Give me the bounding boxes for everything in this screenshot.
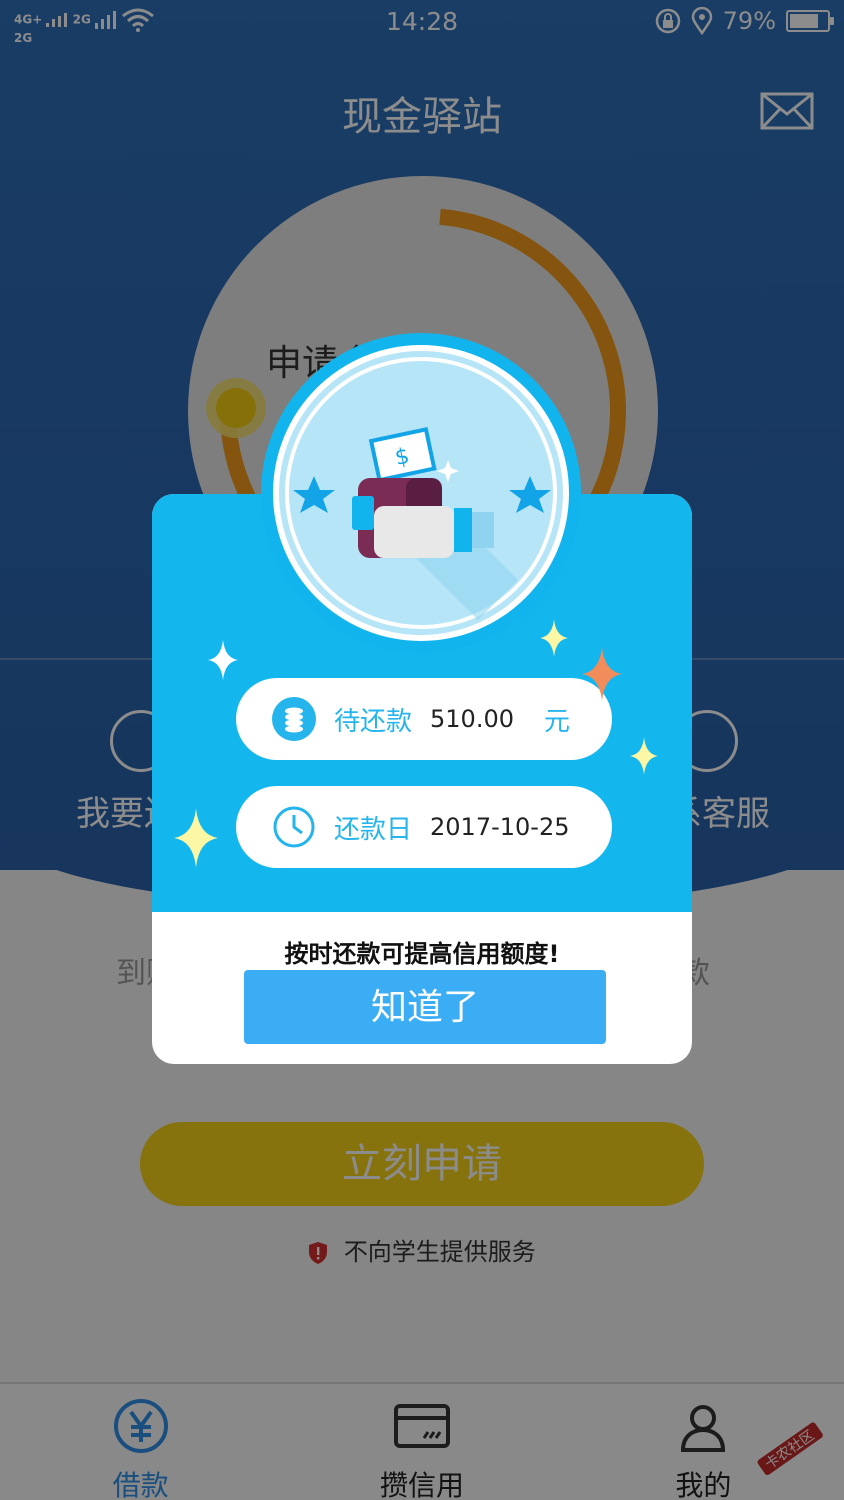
repay-date-pill: 还款日 2017-10-25 [236,786,612,868]
repay-amount-pill: 待还款 510.00 元 [236,678,612,760]
confirm-button[interactable]: 知道了 [244,970,606,1044]
dialog-tip: 按时还款可提高信用额度! [284,940,560,968]
repay-amount-label: 待还款 [334,706,413,737]
coins-icon [272,697,316,741]
sparkle-icon [208,640,238,680]
wallet-medal-icon: $ [261,333,581,653]
repay-amount-unit: 元 [544,706,571,737]
repay-date-label: 还款日 [334,814,413,845]
sparkle-icon [582,647,622,701]
clock-icon [273,806,315,848]
repay-amount-value: 510.00 [430,705,514,733]
sparkle-icon [540,619,568,657]
repay-date-value: 2017-10-25 [430,813,570,841]
sparkle-icon [630,737,658,775]
sparkle-icon [174,808,218,868]
